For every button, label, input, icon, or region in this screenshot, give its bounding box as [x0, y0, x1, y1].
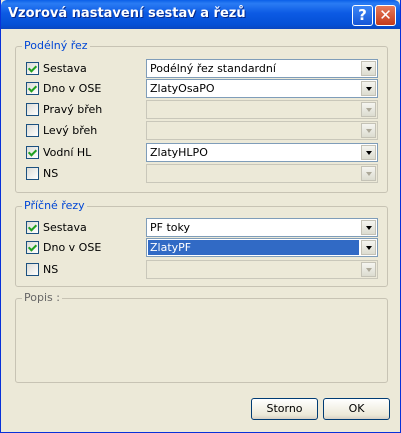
sestava-checkbox[interactable] — [26, 62, 39, 75]
group-podelny-rez-label: Podélný řez — [22, 39, 90, 52]
row-pricne-dno-v-ose: Dno v OSE ZlatyPF — [16, 238, 389, 258]
pricne-dno-v-ose-checkbox[interactable] — [26, 241, 39, 254]
row-vodni-hl: Vodní HL ZlatyHLPO — [16, 143, 389, 163]
window-title: Vzorová nastavení sestav a řezů — [8, 6, 246, 21]
row-levy-breh: Levý břeh — [16, 121, 389, 141]
levy-breh-checkbox[interactable] — [26, 124, 39, 137]
row-pricne-sestava: Sestava PF toky — [16, 218, 389, 238]
row-pravy-breh: Pravý břeh — [16, 100, 389, 120]
dno-v-ose-combo[interactable]: ZlatyOsaPO — [146, 79, 378, 98]
cancel-button[interactable]: Storno — [251, 398, 318, 420]
vodni-hl-combo[interactable]: ZlatyHLPO — [146, 143, 378, 162]
pricne-ns-label[interactable]: NS — [43, 263, 58, 276]
chevron-down-icon — [361, 102, 376, 117]
levy-breh-combo — [146, 121, 378, 140]
pricne-dno-v-ose-combo[interactable]: ZlatyPF — [146, 238, 378, 257]
pravy-breh-combo — [146, 100, 378, 119]
combo-value: Podélný řez standardní — [150, 62, 276, 75]
pricne-sestava-checkbox[interactable] — [26, 221, 39, 234]
row-sestava: Sestava Podélný řez standardní — [16, 59, 389, 79]
dno-v-ose-checkbox[interactable] — [26, 82, 39, 95]
group-podelny-rez: Podélný řez Sestava Podélný řez standard… — [15, 39, 389, 193]
vodni-hl-label[interactable]: Vodní HL — [43, 146, 91, 159]
group-popis: Popis : — [15, 291, 388, 383]
chevron-down-icon[interactable] — [361, 220, 376, 235]
row-dno-v-ose: Dno v OSE ZlatyOsaPO — [16, 79, 389, 99]
row-pricne-ns: NS — [16, 260, 389, 280]
sestava-combo[interactable]: Podélný řez standardní — [146, 59, 378, 78]
popis-label: Popis : — [22, 291, 62, 304]
chevron-down-icon — [361, 262, 376, 277]
group-pricne-rezy-label: Příčné řezy — [22, 199, 87, 212]
group-pricne-rezy: Příčné řezy Sestava PF toky Dno v OSE Zl… — [15, 199, 389, 287]
close-button[interactable]: ✕ — [375, 5, 396, 26]
chevron-down-icon[interactable] — [361, 81, 376, 96]
vodni-hl-checkbox[interactable] — [26, 146, 39, 159]
combo-value: PF toky — [150, 221, 190, 234]
ns-combo — [146, 164, 378, 183]
dno-v-ose-label[interactable]: Dno v OSE — [43, 82, 101, 95]
help-button[interactable]: ? — [352, 5, 373, 26]
sestava-label[interactable]: Sestava — [43, 62, 87, 75]
chevron-down-icon[interactable] — [361, 145, 376, 160]
levy-breh-label[interactable]: Levý břeh — [43, 124, 97, 137]
pravy-breh-label[interactable]: Pravý břeh — [43, 103, 102, 116]
row-ns: NS — [16, 164, 389, 184]
pravy-breh-checkbox[interactable] — [26, 103, 39, 116]
ns-checkbox[interactable] — [26, 167, 39, 180]
pricne-dno-v-ose-label[interactable]: Dno v OSE — [43, 241, 101, 254]
chevron-down-icon[interactable] — [361, 240, 376, 255]
pricne-sestava-combo[interactable]: PF toky — [146, 218, 378, 237]
combo-value: ZlatyHLPO — [150, 146, 208, 159]
chevron-down-icon — [361, 166, 376, 181]
combo-value: ZlatyOsaPO — [150, 82, 215, 95]
pricne-ns-combo — [146, 260, 378, 279]
ok-button[interactable]: OK — [323, 398, 390, 420]
dialog-window: Vzorová nastavení sestav a řezů ? ✕ Podé… — [0, 0, 401, 433]
chevron-down-icon[interactable] — [361, 61, 376, 76]
title-bar[interactable]: Vzorová nastavení sestav a řezů ? ✕ — [1, 0, 400, 29]
chevron-down-icon — [361, 123, 376, 138]
pricne-sestava-label[interactable]: Sestava — [43, 221, 87, 234]
ns-label[interactable]: NS — [43, 167, 58, 180]
pricne-ns-checkbox[interactable] — [26, 263, 39, 276]
combo-value: ZlatyPF — [148, 240, 359, 255]
